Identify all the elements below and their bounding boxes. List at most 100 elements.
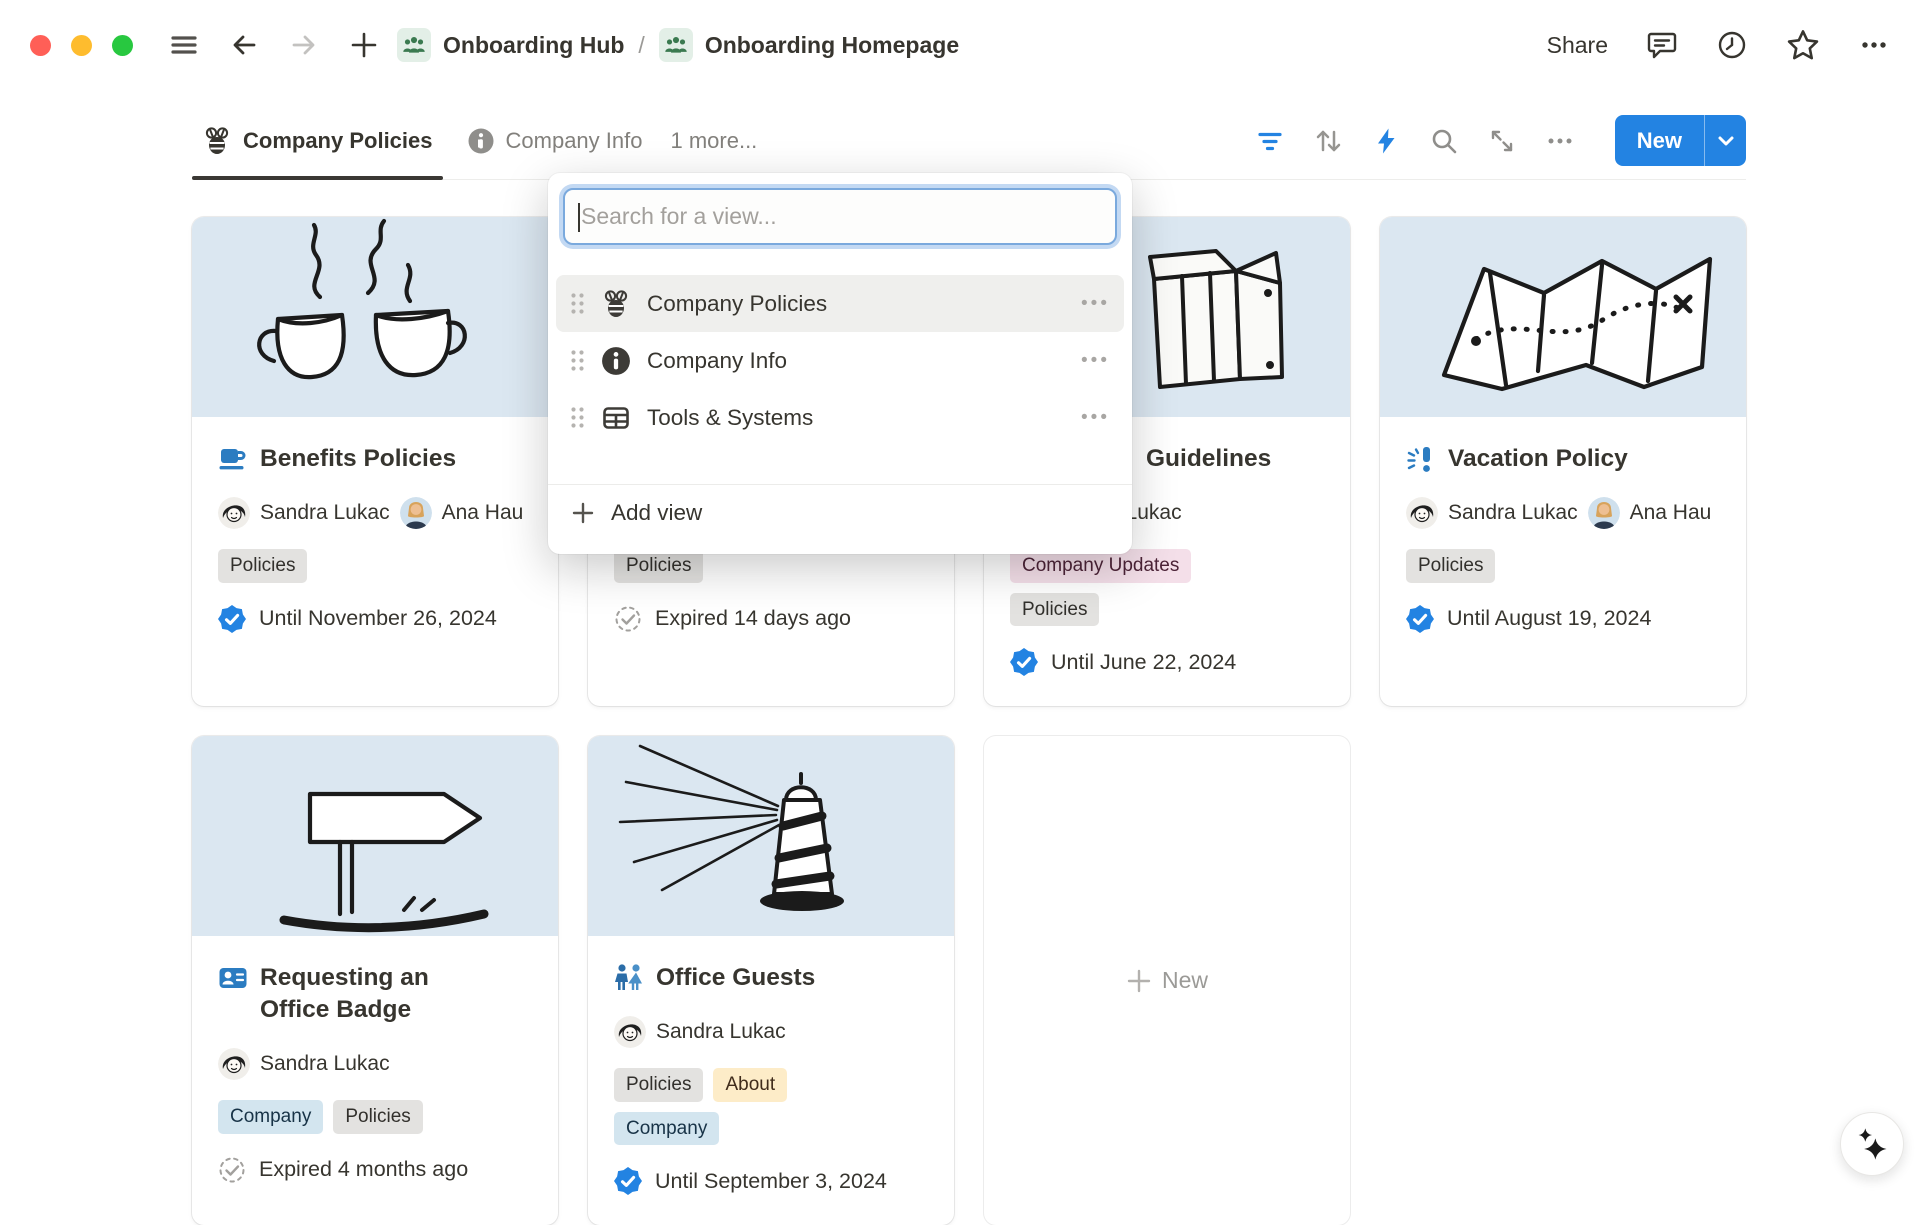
breadcrumb-separator: / — [636, 32, 646, 59]
breadcrumb-item-onboarding-hub[interactable]: Onboarding Hub — [443, 32, 624, 59]
new-page-button[interactable] — [349, 30, 379, 60]
drag-handle-icon[interactable] — [570, 406, 585, 429]
tab-label: Company Info — [506, 128, 643, 154]
close-window-button[interactable] — [30, 35, 51, 56]
status-text: Until August 19, 2024 — [1447, 606, 1651, 631]
owner-name: Sandra Lukac — [656, 1020, 786, 1044]
card-owners: Sandra Lukac — [614, 1016, 928, 1048]
view-item-menu-button[interactable]: ••• — [1081, 350, 1110, 372]
view-search-input[interactable] — [565, 190, 1115, 243]
expand-view-button[interactable] — [1487, 126, 1517, 156]
updates-button[interactable] — [1716, 29, 1748, 61]
tag: Company Updates — [1010, 549, 1191, 583]
back-button[interactable] — [229, 30, 259, 60]
expired-icon — [218, 1156, 246, 1184]
tag: Company — [218, 1100, 323, 1134]
bee-icon — [202, 126, 232, 156]
view-item-label: Tools & Systems — [647, 405, 1081, 431]
comments-button[interactable] — [1646, 29, 1678, 61]
verified-badge-icon — [614, 1167, 642, 1195]
sidebar-toggle-button[interactable] — [169, 30, 199, 60]
card-cover-lighthouse-doodle — [588, 736, 954, 936]
search-icon — [1429, 126, 1459, 156]
status-text: Until November 26, 2024 — [259, 606, 497, 631]
card-status: Expired 14 days ago — [614, 605, 928, 633]
owner-name: Ana Hau — [442, 501, 524, 525]
new-button-group: New — [1615, 115, 1746, 166]
new-card-label: New — [1162, 967, 1208, 994]
more-options-button[interactable] — [1858, 29, 1890, 61]
tag: Company — [614, 1112, 719, 1146]
avatar — [1406, 497, 1438, 529]
plus-icon — [1126, 968, 1152, 994]
card-title: Office Guests — [656, 962, 815, 994]
verified-badge-icon — [218, 605, 246, 633]
tag: Policies — [1010, 593, 1099, 627]
filter-button[interactable] — [1255, 126, 1285, 156]
card-office-guests[interactable]: Office Guests Sandra Lukac Policies Abou… — [588, 736, 954, 1225]
status-text: Expired 14 days ago — [655, 606, 851, 631]
card-status: Until August 19, 2024 — [1406, 605, 1720, 633]
breadcrumb: Onboarding Hub / Onboarding Homepage — [397, 28, 959, 62]
info-icon — [601, 346, 631, 376]
card-benefits-policies[interactable]: Benefits Policies Sandra Lukac Ana Hau P… — [192, 217, 558, 706]
people-icon — [614, 963, 644, 993]
info-icon — [467, 127, 495, 155]
new-card-button[interactable]: New — [984, 736, 1350, 1225]
owner-name: Ana Hau — [1630, 501, 1712, 525]
tab-company-policies[interactable]: Company Policies — [192, 102, 443, 179]
tab-label: Company Policies — [243, 128, 433, 154]
minimize-window-button[interactable] — [71, 35, 92, 56]
zoom-window-button[interactable] — [112, 35, 133, 56]
window-titlebar: Onboarding Hub / Onboarding Homepage Sha… — [0, 0, 1920, 90]
card-requesting-an-office-badge[interactable]: Requesting an Office Badge Sandra Lukac … — [192, 736, 558, 1225]
view-item-company-info[interactable]: Company Info ••• — [556, 332, 1124, 389]
add-view-button[interactable]: Add view — [548, 485, 1132, 541]
new-button[interactable]: New — [1615, 115, 1704, 166]
view-search-field — [563, 188, 1117, 245]
hamburger-icon — [169, 30, 199, 60]
automations-button[interactable] — [1371, 126, 1401, 156]
tab-company-info[interactable]: Company Info — [457, 102, 653, 179]
more-views-button[interactable]: 1 more... — [670, 128, 757, 154]
avatar — [614, 1016, 646, 1048]
forward-button[interactable] — [289, 30, 319, 60]
view-item-menu-button[interactable]: ••• — [1081, 293, 1110, 315]
drag-handle-icon[interactable] — [570, 349, 585, 372]
card-tags: Policies — [614, 549, 928, 583]
favorite-button[interactable] — [1786, 28, 1820, 62]
share-button[interactable]: Share — [1547, 32, 1608, 59]
search-button[interactable] — [1429, 126, 1459, 156]
ai-assistant-button[interactable] — [1840, 1112, 1904, 1176]
drag-handle-icon[interactable] — [570, 292, 585, 315]
card-vacation-policy[interactable]: Vacation Policy Sandra Lukac Ana Hau Pol… — [1380, 217, 1746, 706]
tag: Policies — [333, 1100, 422, 1134]
card-tags: Policies About Company — [614, 1068, 864, 1145]
card-status: Expired 4 months ago — [218, 1156, 532, 1184]
expired-icon — [614, 605, 642, 633]
status-text: Until September 3, 2024 — [655, 1169, 887, 1194]
ellipsis-icon — [1545, 126, 1575, 156]
lightning-icon — [1371, 126, 1401, 156]
card-cover-coffee-mugs-doodle — [192, 217, 558, 417]
status-text: Expired 4 months ago — [259, 1157, 468, 1182]
ellipsis-icon — [1858, 29, 1890, 61]
view-item-tools-and-systems[interactable]: Tools & Systems ••• — [556, 389, 1124, 446]
card-title: Benefits Policies — [260, 443, 456, 475]
card-status: Until November 26, 2024 — [218, 605, 532, 633]
view-options-button[interactable] — [1545, 126, 1575, 156]
avatar — [400, 497, 432, 529]
verified-badge-icon — [1406, 605, 1434, 633]
view-item-company-policies[interactable]: Company Policies ••• — [556, 275, 1124, 332]
breadcrumb-item-onboarding-homepage[interactable]: Onboarding Homepage — [705, 32, 959, 59]
card-owners: Sandra Lukac — [218, 1048, 532, 1080]
view-item-menu-button[interactable]: ••• — [1081, 407, 1110, 429]
text-cursor — [578, 203, 580, 232]
new-dropdown-button[interactable] — [1704, 115, 1746, 166]
people-group-icon — [397, 28, 431, 62]
card-status: Until June 22, 2024 — [1010, 648, 1324, 676]
avatar — [218, 497, 250, 529]
comment-icon — [1646, 29, 1678, 61]
chevron-down-icon — [1715, 130, 1737, 152]
sort-button[interactable] — [1313, 126, 1343, 156]
